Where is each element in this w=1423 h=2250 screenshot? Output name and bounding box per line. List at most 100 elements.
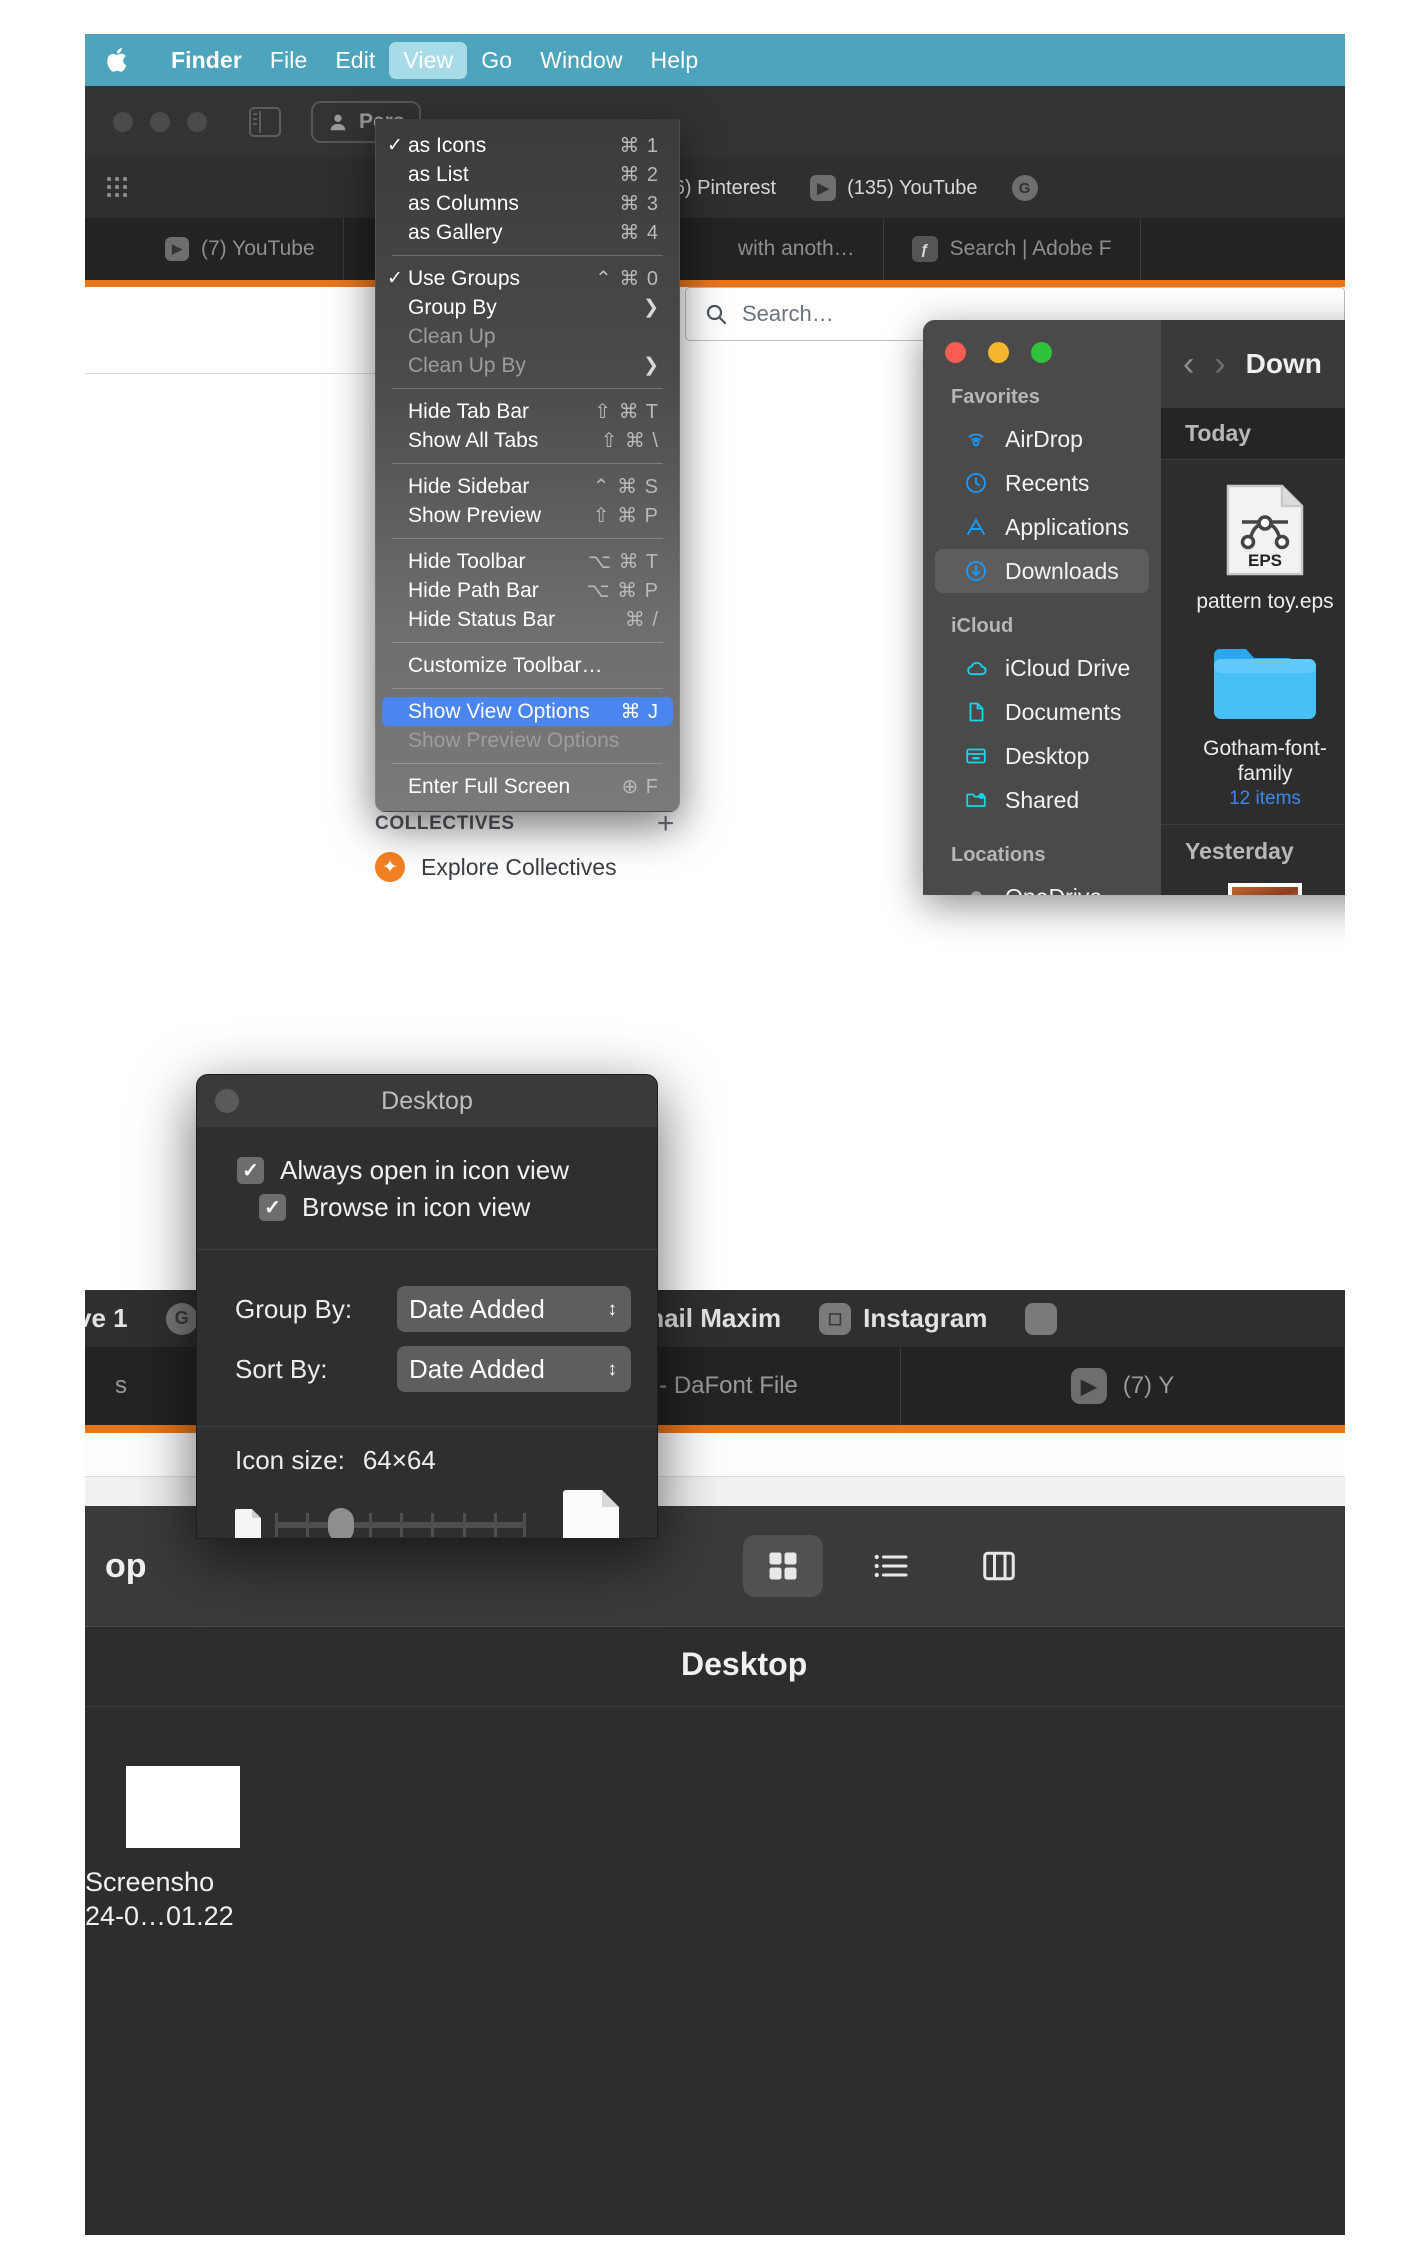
breadcrumb: Desktop [681,1646,808,1682]
menu-item-as-columns[interactable]: as Columns ⌘ 3 [382,189,673,218]
explore-collectives-link[interactable]: ✦ Explore Collectives [375,852,617,882]
bookmark-youtube[interactable]: ▶ (135) YouTube [810,175,978,201]
finder-traffic-lights[interactable] [945,342,1052,363]
chevron-updown-icon: ↕ [607,1358,618,1380]
sidebar-toggle-icon[interactable] [249,107,281,137]
finder-file-item[interactable]: EPS pattern toy.eps [1177,460,1345,629]
sort-by-select[interactable]: Date Added ↕ [397,1346,631,1392]
menubar-item-view[interactable]: View [389,41,468,79]
menu-item-label: as List [408,162,469,186]
view-mode-toggle-group [742,1535,1039,1597]
menu-item-show-view-options[interactable]: Show View Options ⌘ J [382,697,673,726]
menu-item-show-preview[interactable]: Show Preview ⇧ ⌘ P [382,501,673,530]
sidebar-item-documents[interactable]: Documents [935,690,1149,734]
view-options-dialog: Desktop ✓ Always open in icon view ✓ Bro… [196,1074,658,1539]
close-button-icon[interactable] [945,342,966,363]
checkbox-browse-in-icon-view[interactable]: ✓ Browse in icon view [259,1192,657,1223]
sidebar-item-recents[interactable]: Recents [935,461,1149,505]
finder-folder-item[interactable]: Gotham-font-family 12 items [1177,629,1345,825]
menu-item-shortcut: ⊕ F [621,776,659,798]
menu-item-use-groups[interactable]: ✓ Use Groups ⌃ ⌘ 0 [382,264,673,293]
toolbar-divider [85,1626,1345,1627]
finder-photo-item[interactable] [1177,877,1345,895]
icon-size-row: Icon size: 64×64 [235,1445,657,1476]
browser-traffic-lights[interactable] [113,112,207,132]
youtube-favicon: ▶ [1070,1368,1107,1404]
menu-item-hide-toolbar[interactable]: Hide Toolbar ⌥ ⌘ T [382,547,673,576]
icon-size-value: 64×64 [362,1445,436,1475]
sidebar-item-downloads[interactable]: Downloads [935,549,1149,593]
screenshot-root: Pers P (76) Pinterest ▶ (135) YouTube G [0,0,1423,2250]
adobe-fonts-favicon: ƒ [911,236,938,262]
menu-item-hide-status-bar[interactable]: Hide Status Bar ⌘ / [382,605,673,634]
icon-size-slider[interactable] [275,1508,526,1538]
finder-content-area: ‹ › Down Today EPS pattern toy.eps Gotha… [1161,320,1345,895]
sidebar-item-label: Documents [1005,698,1122,725]
tab-label: (7) Y [1122,1372,1175,1399]
list-view-toggle[interactable] [851,1535,931,1597]
add-collective-button[interactable]: + [657,807,675,841]
menubar-item-file[interactable]: File [256,42,321,79]
minimize-button-icon[interactable] [988,342,1009,363]
sidebar-item-airdrop[interactable]: AirDrop [935,417,1149,461]
menu-item-hide-tab-bar[interactable]: Hide Tab Bar ⇧ ⌘ T [382,397,673,426]
file-name-label: Gotham-font-family [1203,736,1327,785]
menubar-item-finder[interactable]: Finder [157,42,256,79]
chevron-left-icon[interactable]: ‹ [1183,345,1194,384]
apple-logo-icon[interactable] [105,45,131,75]
menu-item-label: Customize Toolbar… [408,653,603,677]
menu-item-hide-path-bar[interactable]: Hide Path Bar ⌥ ⌘ P [382,576,673,605]
slider-knob[interactable] [327,1508,354,1538]
apps-grid-icon[interactable] [107,177,129,199]
menubar-item-window[interactable]: Window [526,42,636,79]
icon-view-toggle[interactable] [742,1535,823,1597]
group-by-select[interactable]: Date Added ↕ [397,1286,631,1332]
sidebar-item-icloud-drive[interactable]: iCloud Drive [935,646,1149,690]
menu-item-label: as Icons [408,133,487,157]
sidebar-item-onedrive[interactable]: OneDrive [935,875,1149,895]
checkbox-always-open-icon-view[interactable]: ✓ Always open in icon view [237,1155,657,1186]
menu-item-enter-full-screen[interactable]: Enter Full Screen ⊕ F [382,772,673,801]
menu-item-as-gallery[interactable]: as Gallery ⌘ 4 [382,218,673,247]
menubar-item-edit[interactable]: Edit [321,42,389,79]
menu-item-as-list[interactable]: as List ⌘ 2 [382,160,673,189]
content-divider [85,1706,1345,1707]
menu-item-hide-sidebar[interactable]: Hide Sidebar ⌃ ⌘ S [382,472,673,501]
macos-menubar: Finder File Edit View Go Window Help [85,34,1345,86]
airdrop-icon [963,426,989,452]
file-name-line-1: Screensho [85,1867,215,1897]
menu-item-label: Hide Tab Bar [408,399,530,423]
sidebar-group-icloud: iCloud [951,615,1014,637]
bookmark-instagram[interactable]: ◻ Instagram [819,1302,987,1335]
menu-separator [392,255,663,256]
menu-item-show-all-tabs[interactable]: Show All Tabs ⇧ ⌘ \ [382,426,673,455]
menubar-item-help[interactable]: Help [637,42,713,79]
menu-item-as-icons[interactable]: ✓ as Icons ⌘ 1 [382,131,673,160]
sidebar-item-applications[interactable]: Applications [935,505,1149,549]
bookmark-drive-1[interactable]: ve 1 [85,1303,128,1334]
bookmark-google[interactable]: G [1011,175,1038,201]
close-button-icon[interactable] [215,1089,239,1113]
sidebar-item-desktop[interactable]: Desktop [935,734,1149,778]
youtube-favicon: ▶ [810,175,837,201]
browser-bookmarks-bar: P (76) Pinterest ▶ (135) YouTube G [85,158,1345,218]
icon-size-slider-row [235,1490,657,1538]
zoom-button-icon[interactable] [1031,342,1052,363]
browser-tab-youtube[interactable]: ▶ (7) YouTube [85,218,344,280]
menu-item-customize-toolbar[interactable]: Customize Toolbar… [382,651,673,680]
screenshot-thumbnail [126,1766,240,1848]
column-view-toggle[interactable] [959,1535,1039,1597]
sidebar-item-shared[interactable]: Shared [935,778,1149,822]
checkbox-label: Browse in icon view [302,1192,531,1222]
bookmark-extra[interactable] [1025,1302,1058,1335]
browser-tab-adobe[interactable]: ƒ Search | Adobe F [884,218,1141,280]
menubar-item-go[interactable]: Go [467,42,526,79]
large-document-icon [563,1490,619,1538]
sidebar-item-label: iCloud Drive [1005,654,1131,681]
browser-tab-youtube-bottom[interactable]: ▶ (7) Y [901,1347,1345,1425]
tab-label: with anoth… [737,237,855,260]
chevron-right-icon[interactable]: › [1214,345,1225,384]
dialog-title: Desktop [381,1086,473,1115]
menu-item-group-by[interactable]: Group By ❯ [382,293,673,322]
desktop-file-item[interactable]: Screensho 24-0…01.22 [85,1766,281,1934]
